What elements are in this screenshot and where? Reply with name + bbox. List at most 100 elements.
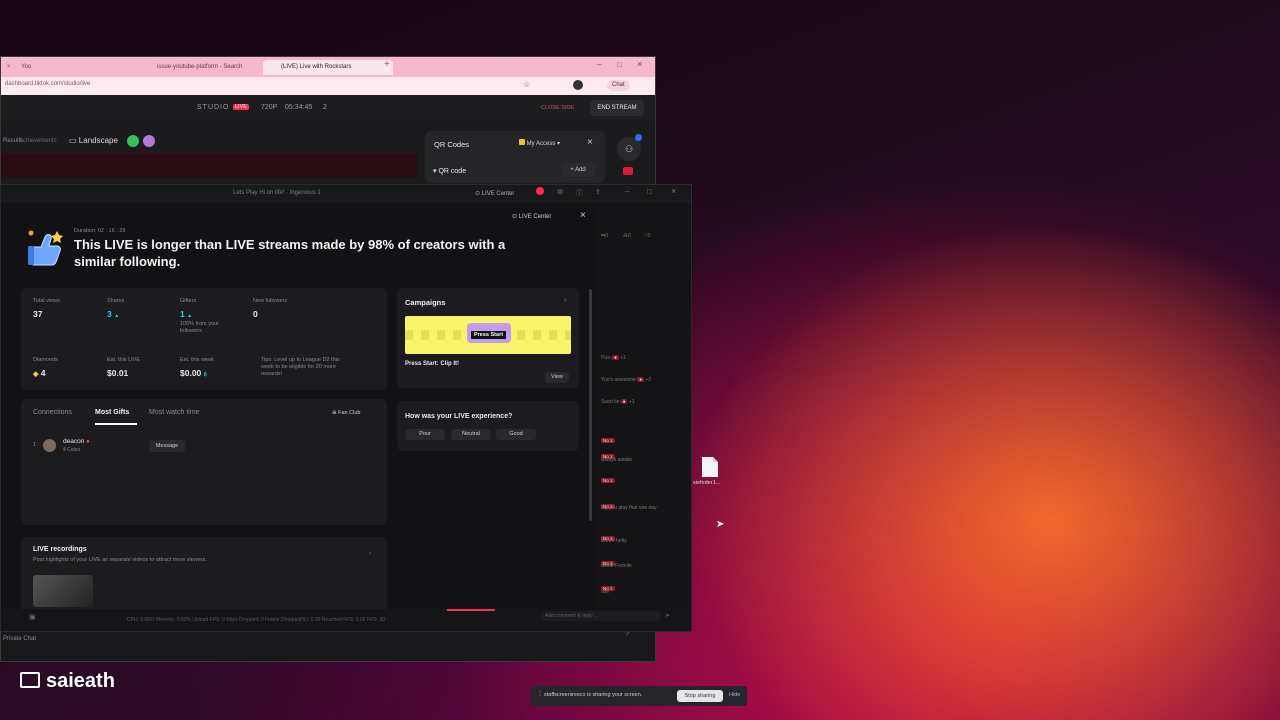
mouse-cursor-icon: ➤ bbox=[716, 519, 725, 530]
stat-sub: 100% from your followers bbox=[180, 321, 219, 334]
like-count: ⇆0 bbox=[601, 233, 608, 239]
progress-indicator bbox=[447, 609, 495, 611]
trend-up-icon: ▲ bbox=[114, 313, 120, 319]
minimize-icon[interactable]: – bbox=[625, 187, 629, 196]
share-icon[interactable]: ⇪ bbox=[595, 188, 601, 196]
drag-handle-icon[interactable]: ⋮ bbox=[537, 690, 543, 697]
stat-label: Est. this LIVE bbox=[107, 357, 141, 363]
info-icon[interactable]: ⬨ bbox=[204, 371, 207, 378]
trend-up-icon: ▲ bbox=[187, 313, 193, 319]
tab-achievements[interactable]: Achievements bbox=[19, 138, 57, 144]
orientation-label: Landscape bbox=[78, 136, 118, 145]
stream-timer: 05:34:45 bbox=[285, 104, 313, 111]
qr-code-label: QR code bbox=[438, 168, 467, 175]
maximize-icon[interactable]: □ bbox=[617, 60, 622, 69]
campaign-banner[interactable]: Press Start bbox=[405, 316, 571, 354]
headline: This LIVE is longer than LIVE streams ma… bbox=[74, 237, 506, 269]
stat-label: Diamonds bbox=[33, 357, 58, 363]
comment-input[interactable]: Add comment & reply ... bbox=[541, 611, 661, 621]
close-live-link[interactable]: CLOSE SIDE bbox=[541, 105, 574, 111]
tab-most-gifts[interactable]: Most Gifts bbox=[95, 409, 129, 416]
message-button[interactable]: Message bbox=[149, 440, 185, 452]
stat-value: 1 ▲ bbox=[180, 309, 192, 319]
gift-badge: ● bbox=[620, 399, 628, 404]
list-item: about Fortnite bbox=[601, 563, 632, 569]
avatar[interactable] bbox=[127, 135, 139, 147]
live-center-button[interactable]: ⊙ LIVE Center bbox=[512, 213, 551, 220]
count-value: 0 bbox=[628, 233, 631, 239]
hide-button[interactable]: Hide bbox=[729, 692, 740, 698]
chevron-right-icon[interactable]: › bbox=[369, 550, 371, 557]
level-badge: No 1 bbox=[601, 478, 615, 483]
screen-icon: ▭ bbox=[69, 136, 77, 145]
tab-connections[interactable]: Connections bbox=[33, 409, 72, 416]
private-chat-label[interactable]: Private Chat bbox=[3, 636, 36, 642]
chevron-right-icon[interactable]: › bbox=[564, 297, 566, 304]
live-center-window: Lets Play Hi on life! · Ingenious 1 ⊙ LI… bbox=[0, 184, 692, 632]
tab-close-icon[interactable]: × bbox=[7, 60, 11, 75]
avatar[interactable] bbox=[43, 439, 56, 452]
avatar[interactable] bbox=[143, 135, 155, 147]
live-center-top-link[interactable]: ⊙ LIVE Center bbox=[475, 190, 514, 197]
fan-club-label: Fan Club bbox=[338, 410, 361, 416]
stat-label: Gifters bbox=[180, 298, 197, 304]
tab-most-watch-time[interactable]: Most watch time bbox=[149, 409, 200, 416]
browser-tab-3[interactable]: (LIVE) Live with Rockstars bbox=[263, 60, 393, 75]
recording-thumbnail[interactable] bbox=[33, 575, 93, 607]
my-access-dropdown[interactable]: My Access ▾ bbox=[519, 139, 560, 147]
qr-code-section[interactable]: ▾ QR code bbox=[433, 167, 466, 175]
orientation-toggle[interactable]: ▭ Landscape bbox=[69, 136, 118, 145]
user-label: saieath bbox=[20, 670, 115, 692]
close-icon[interactable]: × bbox=[587, 137, 593, 148]
tab-label: issue-youtube-platform - Search bbox=[157, 64, 243, 70]
settings-icon[interactable]: ⚙ bbox=[557, 188, 563, 196]
profile-icon[interactable] bbox=[573, 80, 583, 90]
badge-icon: ● bbox=[86, 439, 90, 445]
view-button[interactable]: View bbox=[545, 372, 569, 383]
gift-badge: ● bbox=[612, 355, 619, 360]
list-item: No 1 bbox=[601, 469, 615, 487]
fan-club-icon: ⊕ bbox=[332, 410, 337, 416]
chat-name: Pixe bbox=[601, 355, 611, 361]
new-tab-icon[interactable]: + bbox=[384, 59, 390, 70]
add-button[interactable]: + Add bbox=[561, 163, 595, 177]
close-icon[interactable]: × bbox=[580, 210, 586, 221]
scrollbar[interactable] bbox=[589, 289, 592, 521]
end-stream-button[interactable]: END STREAM bbox=[590, 100, 644, 116]
gifters-value: 1 bbox=[180, 309, 185, 319]
close-window-icon[interactable]: × bbox=[637, 59, 642, 69]
camera-icon[interactable]: ▣ bbox=[29, 613, 36, 621]
rating-good-button[interactable]: Good bbox=[496, 429, 536, 440]
stat-label: Shares bbox=[107, 298, 125, 304]
stop-sharing-button[interactable]: Stop sharing bbox=[677, 690, 723, 702]
help-icon[interactable]: ? bbox=[625, 631, 629, 638]
desktop-file-icon[interactable] bbox=[701, 456, 719, 478]
info-icon[interactable]: ⓘ bbox=[576, 188, 583, 198]
campaign-name: Press Start: Clip It! bbox=[405, 361, 460, 367]
recordings-title: LIVE recordings bbox=[33, 546, 87, 553]
address-bar[interactable]: dashboard.tiktok.com/studio/live ☆ Chat bbox=[1, 77, 655, 96]
tab-bar: × Yoo issue-youtube-platform - Search (L… bbox=[1, 57, 655, 77]
chat-button[interactable]: Chat bbox=[607, 80, 630, 91]
rating-neutral-button[interactable]: Neutral bbox=[451, 429, 491, 440]
tab-label: (LIVE) Live with Rockstars bbox=[281, 64, 352, 70]
maximize-icon[interactable]: □ bbox=[647, 187, 652, 196]
gifter-name-text: deacon bbox=[63, 438, 85, 445]
rating-poor-button[interactable]: Poor bbox=[405, 429, 445, 440]
minimize-icon[interactable]: – bbox=[597, 60, 601, 69]
chat-name: Sued tie bbox=[601, 399, 620, 405]
app-icon[interactable] bbox=[623, 167, 633, 175]
fan-club-link[interactable]: ⊕ Fan Club bbox=[332, 410, 360, 416]
live-badge: LIVE bbox=[233, 104, 249, 110]
count-value: 0 bbox=[605, 233, 608, 239]
browser-tab-1[interactable]: × Yoo bbox=[3, 60, 151, 75]
browser-tab-2[interactable]: issue-youtube-platform - Search bbox=[139, 60, 275, 75]
star-icon[interactable]: ☆ bbox=[523, 80, 530, 89]
list-item: Pixe ● +1 bbox=[601, 355, 626, 361]
performance-stats: CPU: 0.00% Memory: 0.00% Upload FPS: 0 K… bbox=[127, 617, 385, 623]
close-window-icon[interactable]: × bbox=[671, 186, 676, 196]
rank: 1 bbox=[33, 442, 37, 448]
send-icon[interactable]: ➤ bbox=[665, 612, 670, 619]
gift-badge: ● bbox=[637, 377, 644, 382]
gifter-name: deacon ● bbox=[63, 438, 90, 445]
